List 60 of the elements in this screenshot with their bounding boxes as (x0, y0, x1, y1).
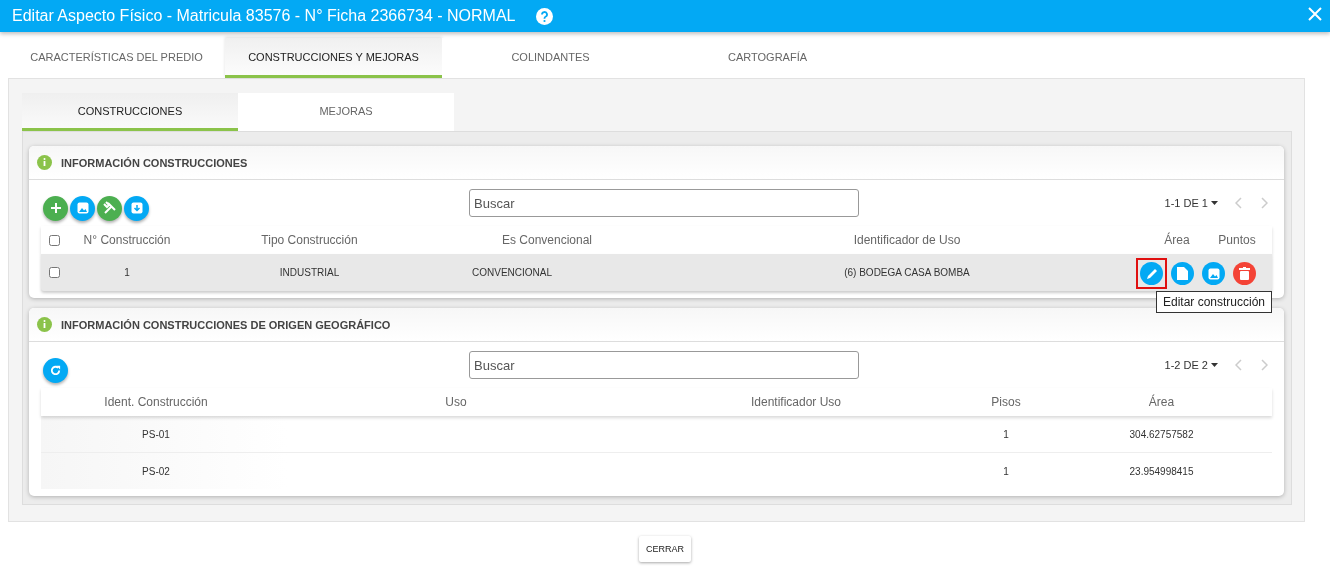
close-button[interactable]: CERRAR (639, 536, 691, 562)
search-field[interactable]: Buscar (469, 351, 859, 379)
table-cell-text: INDUSTRIAL (278, 267, 341, 278)
column-header: Puntos (1217, 233, 1257, 247)
tools-icon (102, 201, 117, 215)
image-icon (76, 202, 89, 214)
document-icon (1177, 267, 1188, 280)
column-header: Identificador de Uso (852, 233, 962, 247)
table-cell-text: 1 (1002, 465, 1010, 477)
column-header: Área (1147, 395, 1176, 409)
caret-icon (1211, 363, 1218, 367)
column-header: Es Convencional (500, 233, 594, 247)
tab[interactable]: CONSTRUCCIONES (22, 93, 238, 131)
info-icon (37, 155, 52, 170)
tools-button[interactable] (97, 195, 122, 221)
table-cell-text: CONVENCIONAL (471, 267, 553, 278)
column-header: Área (1163, 233, 1191, 247)
search-field[interactable]: Buscar (469, 189, 859, 217)
column-header: Pisos (990, 395, 1022, 409)
previous-page-icon[interactable] (1235, 359, 1243, 371)
page-range-dropdown[interactable]: 1-1 DE 1 (1164, 197, 1218, 209)
column-header: Ident. Construcción (103, 395, 209, 409)
table-cell-text: 23.954998415 (1128, 465, 1195, 477)
plus-icon (49, 202, 62, 214)
image-button[interactable] (70, 195, 95, 221)
pencil-icon (1144, 266, 1159, 281)
table-cell-text: 304.62757582 (1128, 428, 1195, 440)
section-title: INFORMACIÓN CONSTRUCCIONES (61, 156, 248, 169)
refresh-button[interactable] (43, 357, 68, 383)
close-icon[interactable] (1308, 7, 1322, 21)
section-title: INFORMACIÓN CONSTRUCCIONES DE ORIGEN GEOGRÁFICO (61, 318, 391, 331)
previous-page-icon[interactable] (1235, 197, 1243, 209)
image-icon (1207, 267, 1220, 280)
table-cell-text: 1 (1002, 428, 1010, 440)
table-cell-text: PS-02 (141, 465, 171, 477)
download-button[interactable] (124, 195, 149, 221)
caret-icon (1211, 201, 1218, 205)
column-header: Identificador Uso (749, 395, 842, 409)
edit-button[interactable] (1136, 258, 1167, 289)
add-button[interactable] (43, 195, 68, 221)
info-icon (37, 317, 52, 332)
column-header: Uso (444, 395, 468, 409)
tab[interactable]: MEJORAS (238, 93, 454, 131)
tooltip: Editar construcción (1156, 291, 1273, 313)
download-icon (130, 202, 143, 214)
row-checkbox[interactable] (49, 267, 60, 278)
window-title: Editar Aspecto Físico - Matricula 83576 - N° Ficha 2366734 - NORMAL (12, 7, 516, 25)
next-page-icon[interactable] (1260, 197, 1268, 209)
table-cell-text: (6) BODEGA CASA BOMBA (843, 267, 971, 278)
page-range-dropdown[interactable]: 1-2 DE 2 (1164, 359, 1218, 371)
column-header: N° Construcción (82, 233, 172, 247)
next-page-icon[interactable] (1260, 359, 1268, 371)
trash-icon (1239, 267, 1250, 280)
table-cell-text: PS-01 (141, 428, 171, 440)
refresh-icon (49, 363, 62, 377)
help-icon[interactable] (535, 7, 553, 25)
column-header: Tipo Construcción (260, 233, 359, 247)
select-all-checkbox[interactable] (49, 234, 60, 246)
table-cell-text: 1 (123, 267, 131, 278)
tab[interactable]: CONSTRUCCIONES Y MEJORAS (225, 38, 442, 78)
